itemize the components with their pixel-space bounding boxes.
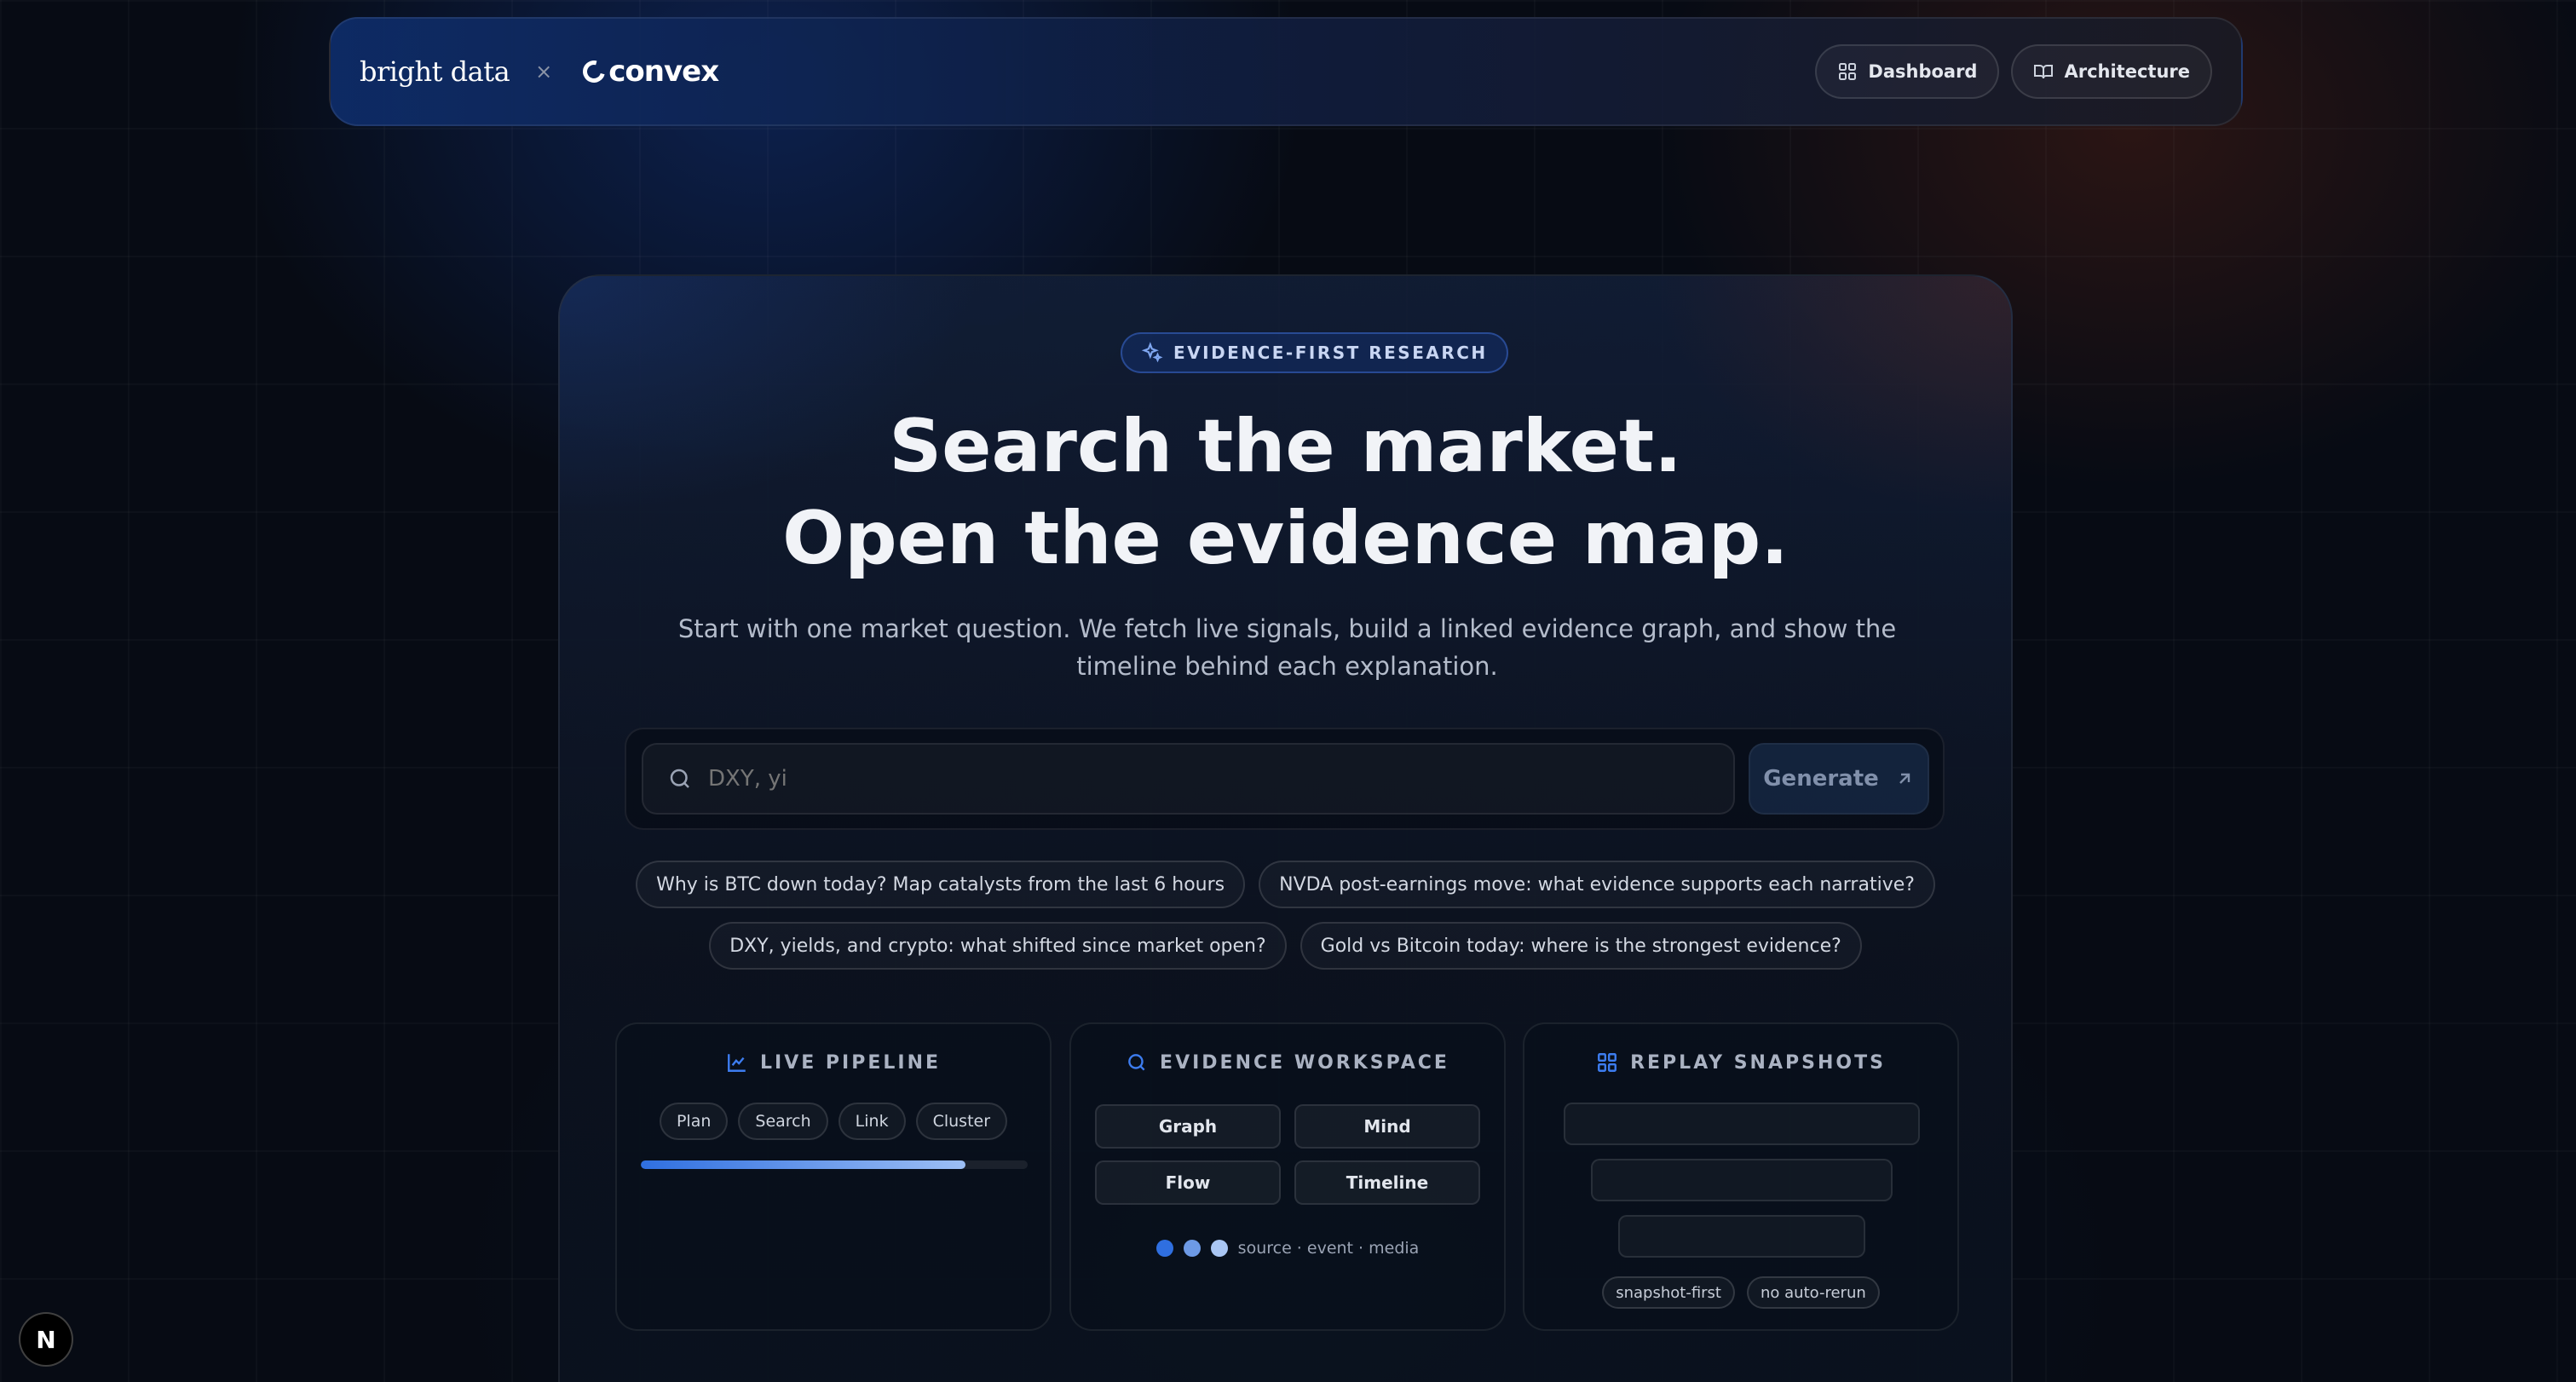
snapshot-placeholder [1591, 1159, 1893, 1201]
workspace-title: EVIDENCE WORKSPACE [1160, 1051, 1449, 1074]
view-mind-button[interactable]: Mind [1294, 1104, 1480, 1149]
brand-separator: × [535, 60, 553, 83]
book-open-icon [2034, 65, 2054, 79]
tag-no-auto-rerun: no auto-rerun [1747, 1276, 1880, 1309]
suggestion-chip[interactable]: NVDA post-earnings move: what evidence s… [1259, 861, 1935, 908]
legend-label: source · event · media [1237, 1239, 1420, 1258]
snapshot-placeholder [1618, 1215, 1865, 1258]
badge-label: EVIDENCE-FIRST RESEARCH [1173, 343, 1488, 363]
snapshot-tags: snapshot-first no auto-rerun [1524, 1276, 1957, 1309]
snapshots-title: REPLAY SNAPSHOTS [1630, 1051, 1886, 1074]
view-graph-button[interactable]: Graph [1095, 1104, 1281, 1149]
pipeline-progress-fill [641, 1160, 966, 1169]
architecture-button[interactable]: Architecture [2011, 44, 2212, 99]
suggestion-chip[interactable]: DXY, yields, and crypto: what shifted si… [709, 922, 1287, 970]
nav-actions: Dashboard Architecture [1815, 44, 2212, 99]
architecture-label: Architecture [2064, 61, 2190, 82]
line-chart-icon [728, 1054, 746, 1072]
sparkles-icon [1141, 342, 1163, 363]
pipeline-steps: Plan Search Link Cluster [617, 1103, 1050, 1140]
hero-subtitle: Start with one market question. We fetch… [677, 614, 1897, 681]
live-pipeline-panel: LIVE PIPELINE Plan Search Link Cluster [615, 1022, 1052, 1331]
suggestion-chip[interactable]: Why is BTC down today? Map catalysts fro… [636, 861, 1246, 908]
generate-label: Generate [1763, 766, 1879, 792]
search-icon [1128, 1054, 1145, 1071]
step-cluster: Cluster [915, 1103, 1008, 1140]
pipeline-title: LIVE PIPELINE [759, 1051, 942, 1074]
step-link: Link [838, 1103, 906, 1140]
brand-convex-logo[interactable]: convex [579, 55, 719, 89]
nextjs-dev-badge[interactable]: N [19, 1312, 73, 1367]
suggestion-row-2: DXY, yields, and crypto: what shifted si… [560, 922, 2011, 970]
top-nav: bright data × convex Dashboard Architect… [329, 17, 2243, 126]
grid-icon [1839, 63, 1857, 80]
evidence-workspace-panel: EVIDENCE WORKSPACE Graph Mind Flow Timel… [1069, 1022, 1506, 1331]
search-field[interactable] [642, 743, 1735, 815]
hero-title-line1: Search the market. [889, 404, 1682, 489]
snapshot-placeholder [1564, 1103, 1920, 1145]
workspace-view-grid: Graph Mind Flow Timeline [1095, 1104, 1484, 1205]
convex-ring-icon [579, 56, 610, 87]
replay-snapshots-panel: REPLAY SNAPSHOTS snapshot-first no auto-… [1523, 1022, 1959, 1331]
panel-title: REPLAY SNAPSHOTS [1524, 1051, 1957, 1074]
hero-title-line2: Open the evidence map. [782, 496, 1789, 581]
suggestion-row-1: Why is BTC down today? Map catalysts fro… [560, 861, 2011, 908]
generate-button[interactable]: Generate [1749, 743, 1929, 815]
panel-title: EVIDENCE WORKSPACE [1071, 1051, 1504, 1074]
pipeline-progress-bar [641, 1160, 1028, 1169]
panel-title: LIVE PIPELINE [617, 1051, 1050, 1074]
dashboard-label: Dashboard [1868, 61, 1978, 82]
legend-dot-event [1183, 1240, 1201, 1257]
view-flow-button[interactable]: Flow [1095, 1160, 1281, 1205]
tag-snapshot-first: snapshot-first [1602, 1276, 1735, 1309]
search-input[interactable] [708, 766, 1645, 792]
workspace-legend: source · event · media [1071, 1239, 1504, 1258]
brand-bright-data-logo[interactable]: bright data [360, 55, 510, 88]
legend-dot-media [1210, 1240, 1228, 1257]
arrow-up-right-icon [1899, 773, 1910, 784]
layout-grid-icon [1598, 1053, 1617, 1072]
search-icon [670, 769, 689, 788]
step-plan: Plan [659, 1103, 729, 1140]
hero-card: EVIDENCE-FIRST RESEARCH Search the marke… [558, 274, 2013, 1382]
evidence-first-badge: EVIDENCE-FIRST RESEARCH [1121, 332, 1508, 373]
step-search: Search [738, 1103, 828, 1140]
search-bar: Generate [625, 728, 1945, 830]
dashboard-button[interactable]: Dashboard [1815, 44, 2000, 99]
brand-convex-label: convex [608, 55, 719, 89]
legend-dot-source [1155, 1240, 1173, 1257]
suggestion-chip[interactable]: Gold vs Bitcoin today: where is the stro… [1300, 922, 1862, 970]
view-timeline-button[interactable]: Timeline [1294, 1160, 1480, 1205]
